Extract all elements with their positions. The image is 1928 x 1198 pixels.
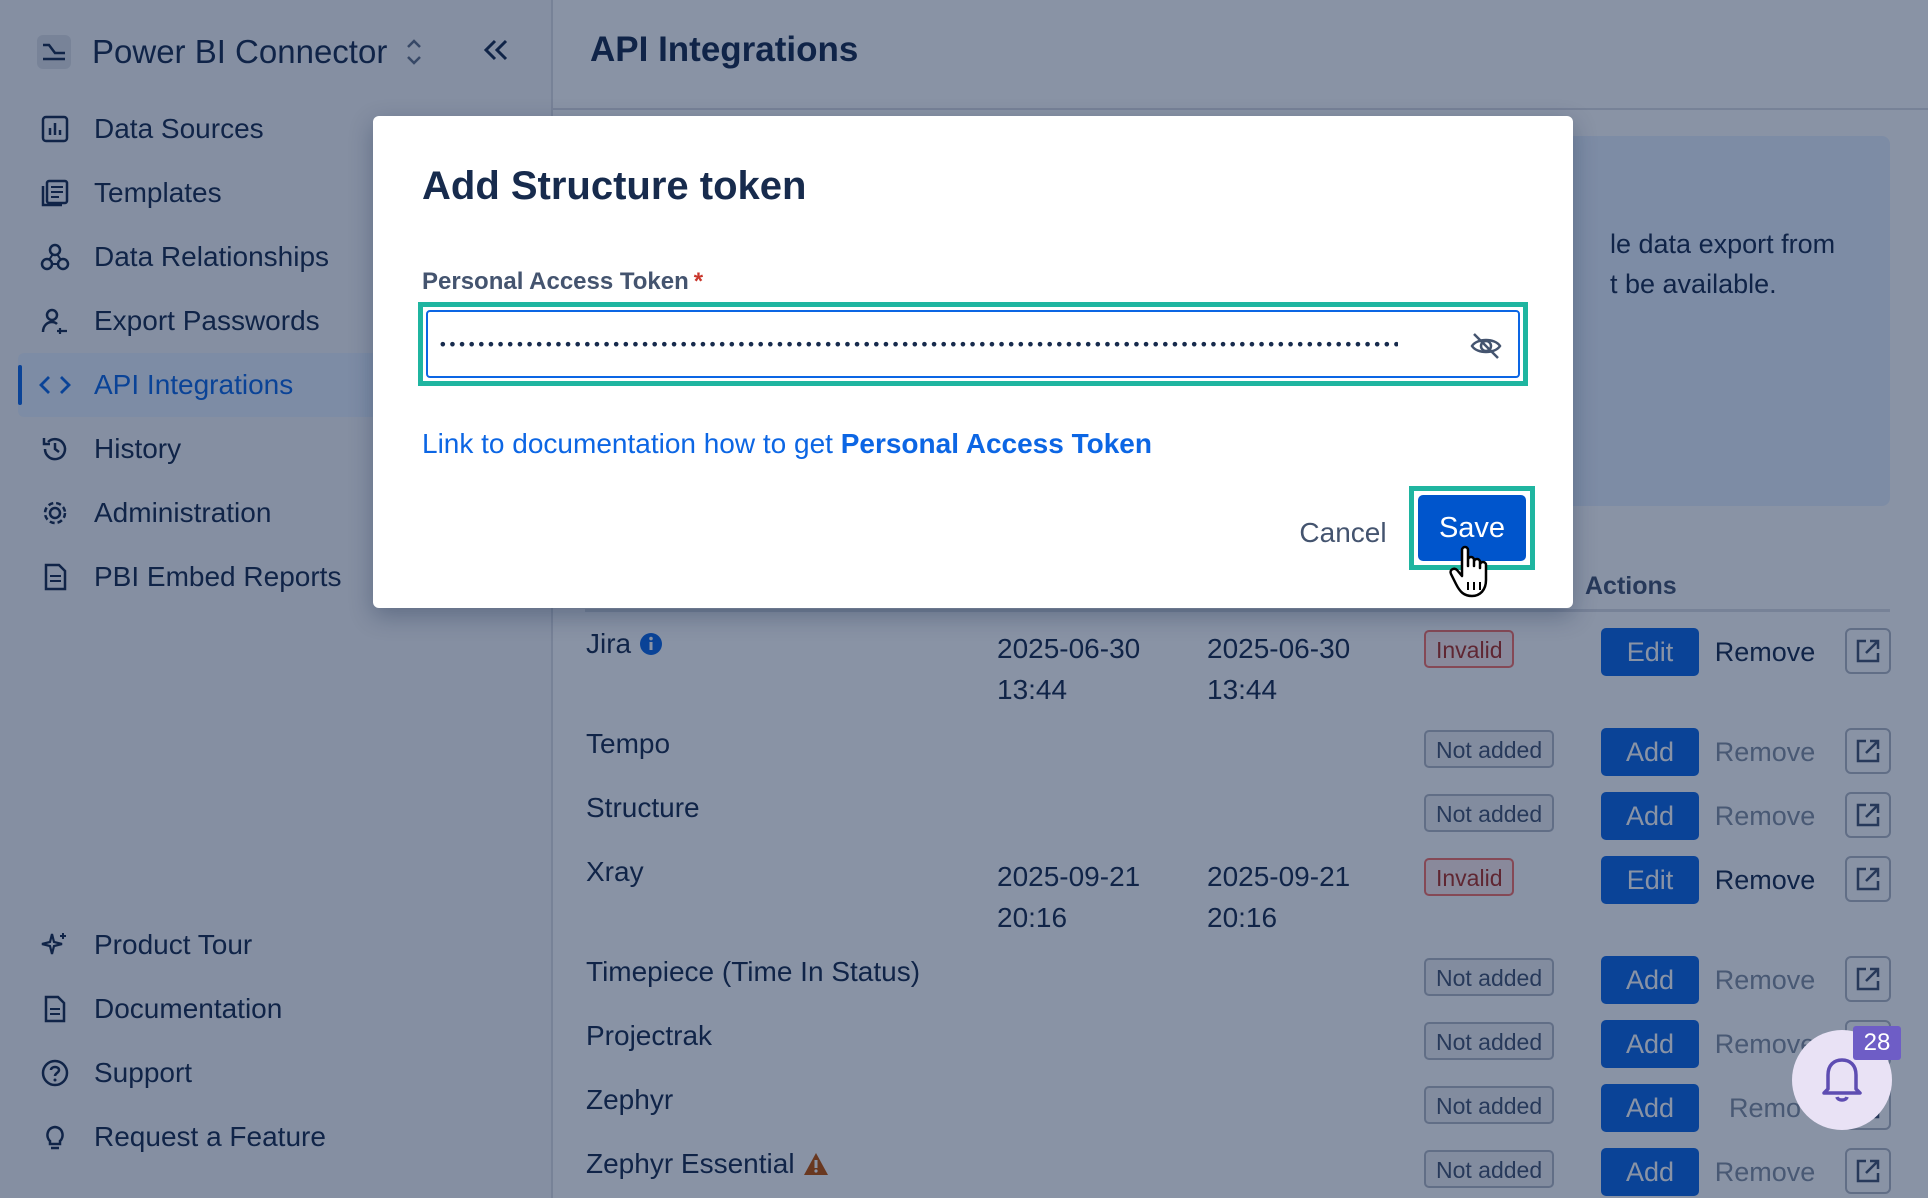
dialog-title: Add Structure token xyxy=(422,164,807,208)
token-field-highlight xyxy=(418,302,1528,386)
eye-off-icon[interactable] xyxy=(1464,324,1508,368)
hand-pointer-cursor-icon xyxy=(1448,542,1494,598)
token-input[interactable] xyxy=(438,324,1398,364)
documentation-link[interactable]: Link to documentation how to get Persona… xyxy=(422,428,1152,460)
required-marker: * xyxy=(693,268,704,295)
add-token-dialog: Add Structure token Personal Access Toke… xyxy=(373,116,1573,608)
cancel-button[interactable]: Cancel xyxy=(1283,508,1403,558)
token-field xyxy=(426,310,1520,378)
app-root: Power BI Connector Data Sources Template… xyxy=(0,0,1928,1198)
token-field-label: Personal Access Token * xyxy=(422,268,704,295)
bell-icon xyxy=(1819,1053,1865,1108)
notification-count-badge: 28 xyxy=(1853,1026,1901,1060)
